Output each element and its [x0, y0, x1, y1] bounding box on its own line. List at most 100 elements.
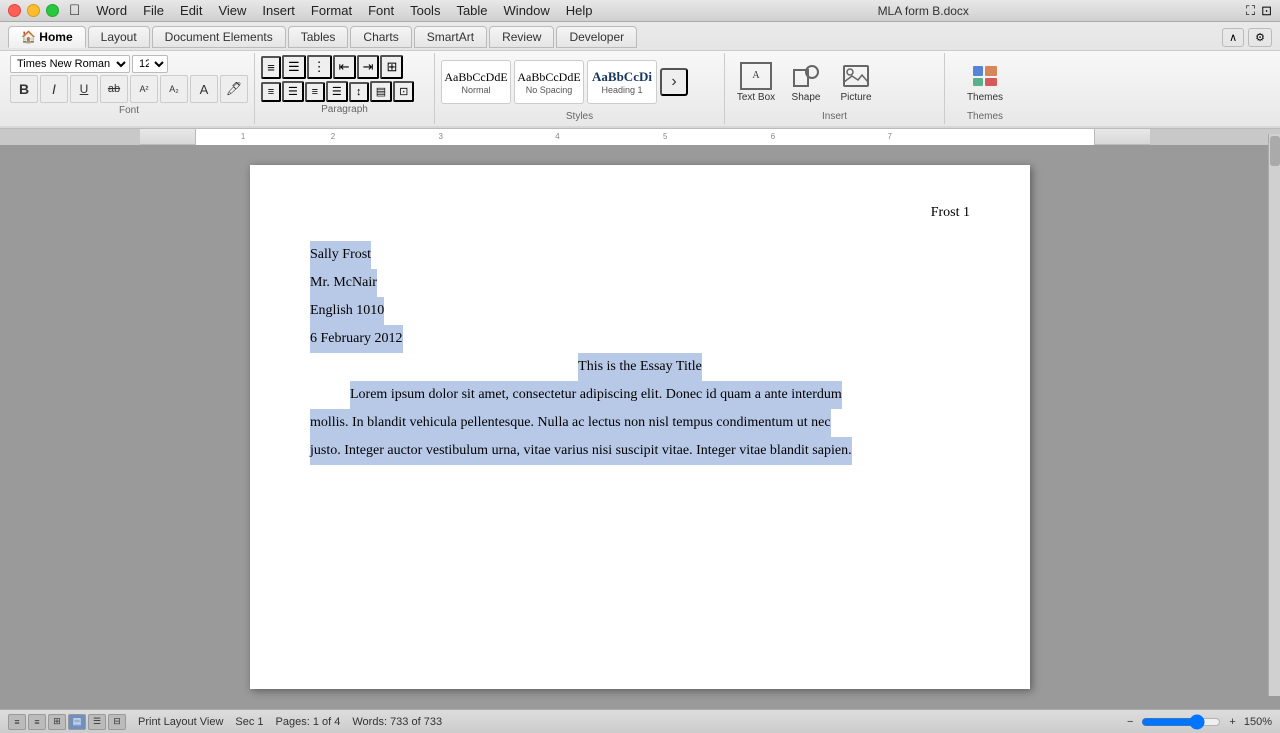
- view-btn-1[interactable]: ≡: [8, 714, 26, 730]
- superscript-button[interactable]: A²: [130, 75, 158, 103]
- ribbon-paragraph-section: ≡ ☰ ⋮ ⇤ ⇥ ⊞ ≡ ☰ ≡ ☰ ↕ ▤ ⊡ Paragraph: [255, 53, 435, 124]
- apple-logo: : [69, 2, 80, 19]
- align-center-button[interactable]: ☰: [282, 81, 304, 102]
- strikethrough-button[interactable]: ab: [100, 75, 128, 103]
- window-icon[interactable]: ⊡: [1261, 3, 1272, 19]
- zoom-in-icon[interactable]: +: [1229, 716, 1235, 728]
- menu-format[interactable]: Format: [303, 1, 360, 20]
- doc-line-7: mollis. In blandit vehicula pellentesque…: [310, 409, 970, 437]
- shape-label: Shape: [792, 92, 821, 103]
- underline-button[interactable]: U: [70, 75, 98, 103]
- header-text: Frost 1: [931, 205, 970, 220]
- close-button[interactable]: [8, 4, 21, 17]
- font-size-select[interactable]: 12: [132, 55, 168, 73]
- bold-button[interactable]: B: [10, 75, 38, 103]
- text-box-button[interactable]: A Text Box: [733, 55, 779, 109]
- doc-line-3: English 1010: [310, 297, 970, 325]
- style-normal-label: Normal: [461, 85, 490, 95]
- tab-developer[interactable]: Developer: [556, 26, 637, 48]
- decrease-indent-button[interactable]: ⇤: [333, 55, 356, 79]
- document-page[interactable]: Frost 1 Sally Frost Mr. McNair English 1…: [250, 165, 1030, 689]
- tab-review[interactable]: Review: [489, 26, 554, 48]
- view-btn-2[interactable]: ≡: [28, 714, 46, 730]
- doc-line-2: Mr. McNair: [310, 269, 970, 297]
- multilevel-button[interactable]: ⋮: [307, 55, 332, 79]
- ribbon-collapse-button[interactable]: ∧: [1222, 28, 1244, 47]
- justify-button[interactable]: ☰: [326, 81, 348, 102]
- font-name-select[interactable]: Times New Roman: [10, 55, 130, 73]
- style-heading1-label: Heading 1: [601, 85, 642, 95]
- tab-charts[interactable]: Charts: [350, 26, 411, 48]
- view-buttons: ≡ ≡ ⊞ ▤ ☰ ⊟: [8, 714, 126, 730]
- doc-line-6: Lorem ipsum dolor sit amet, consectetur …: [310, 381, 970, 409]
- zoom-level: 150%: [1244, 716, 1272, 728]
- align-left-button[interactable]: ≡: [261, 82, 281, 102]
- menu-insert[interactable]: Insert: [254, 1, 303, 20]
- menu-tools[interactable]: Tools: [402, 1, 448, 20]
- view-btn-5[interactable]: ☰: [88, 714, 106, 730]
- ribbon-settings-icon[interactable]: ⚙: [1248, 28, 1272, 47]
- scrollbar-thumb[interactable]: [1270, 145, 1280, 166]
- shape-icon: [790, 62, 822, 90]
- line-spacing-button[interactable]: ↕: [349, 82, 369, 102]
- align-right-button[interactable]: ≡: [305, 82, 325, 102]
- ribbon-themes-section: Themes Themes: [945, 53, 1025, 124]
- pages-label: Pages: 1 of 4: [276, 716, 341, 728]
- maximize-button[interactable]: [46, 4, 59, 17]
- view-btn-3[interactable]: ⊞: [48, 714, 66, 730]
- tab-home[interactable]: 🏠 Home: [8, 26, 86, 48]
- picture-icon: [840, 62, 872, 90]
- subscript-button[interactable]: A₂: [160, 75, 188, 103]
- tab-document-elements[interactable]: Document Elements: [152, 26, 286, 48]
- view-btn-6[interactable]: ⊟: [108, 714, 126, 730]
- doc-line-1: Sally Frost: [310, 241, 970, 269]
- minimize-button[interactable]: [27, 4, 40, 17]
- zoom-slider[interactable]: [1141, 714, 1221, 730]
- themes-label: Themes: [967, 92, 1003, 103]
- style-normal[interactable]: AaBbCcDdE Normal: [441, 60, 511, 104]
- tab-smartart[interactable]: SmartArt: [414, 26, 487, 48]
- font-section-label: Font: [10, 105, 248, 116]
- style-heading1[interactable]: AaBbCcDi Heading 1: [587, 60, 657, 104]
- doc-line-2-text: Mr. McNair: [310, 269, 377, 297]
- shading-button[interactable]: ▤: [370, 81, 392, 102]
- numbering-button[interactable]: ☰: [282, 55, 306, 79]
- borders-button[interactable]: ⊡: [393, 81, 414, 102]
- menu-font[interactable]: Font: [360, 1, 402, 20]
- ruler-inner: 1 2 3 4 5 6 7: [195, 129, 1095, 145]
- ruler: 1 2 3 4 5 6 7: [0, 129, 1280, 145]
- menu-edit[interactable]: Edit: [172, 1, 210, 20]
- picture-button[interactable]: Picture: [833, 55, 879, 109]
- menu-window[interactable]: Window: [496, 1, 558, 20]
- doc-line-5: This is the Essay Title: [310, 353, 970, 381]
- doc-line-6-text: Lorem ipsum dolor sit amet, consectetur …: [350, 381, 842, 409]
- columns-button[interactable]: ⊞: [380, 55, 403, 79]
- shape-button[interactable]: Shape: [783, 55, 829, 109]
- view-btn-4[interactable]: ▤: [68, 714, 86, 730]
- menu-word[interactable]: Word: [88, 1, 135, 20]
- traffic-lights: [8, 4, 59, 17]
- tab-tables[interactable]: Tables: [288, 26, 349, 48]
- menu-help[interactable]: Help: [558, 1, 601, 20]
- style-nospace-label: No Spacing: [526, 85, 573, 95]
- paragraph-section-label: Paragraph: [261, 104, 428, 115]
- section-label: Sec 1: [235, 716, 263, 728]
- styles-more-button[interactable]: ›: [660, 68, 688, 96]
- increase-indent-button[interactable]: ⇥: [357, 55, 380, 79]
- themes-button[interactable]: Themes: [962, 55, 1008, 109]
- doc-line-8: justo. Integer auctor vestibulum urna, v…: [310, 437, 970, 465]
- bullets-button[interactable]: ≡: [261, 56, 281, 79]
- menu-file[interactable]: File: [135, 1, 172, 20]
- menu-view[interactable]: View: [210, 1, 254, 20]
- font-color-button[interactable]: A: [190, 75, 218, 103]
- italic-button[interactable]: I: [40, 75, 68, 103]
- scrollbar-right[interactable]: [1268, 145, 1280, 696]
- style-no-spacing[interactable]: AaBbCcDdE No Spacing: [514, 60, 584, 104]
- styles-section-label: Styles: [441, 111, 718, 122]
- zoom-controls: − + 150%: [1127, 714, 1272, 730]
- menu-table[interactable]: Table: [448, 1, 495, 20]
- tab-layout[interactable]: Layout: [88, 26, 150, 48]
- fullscreen-icon[interactable]: ⛶: [1246, 3, 1255, 19]
- highlight-button[interactable]: 🖊: [220, 75, 248, 103]
- zoom-out-icon[interactable]: −: [1127, 716, 1133, 728]
